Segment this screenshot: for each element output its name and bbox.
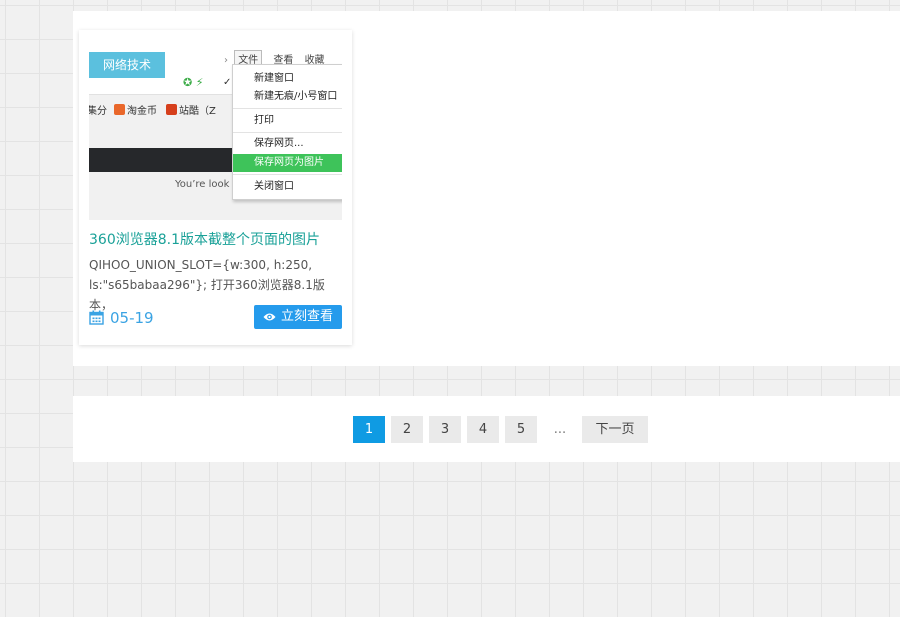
thumb-page-text: You’re look	[175, 179, 230, 190]
thumb-chevron-down-icon: ✓	[223, 77, 232, 88]
post-date: 05-19	[89, 309, 154, 327]
thumb-bookmark: 站酷（Z	[166, 102, 216, 117]
thumb-menu-divider	[233, 174, 342, 175]
thumb-menu-item: 打印	[254, 115, 274, 126]
thumb-menu-divider	[233, 132, 342, 133]
post-title[interactable]: 360浏览器8.1版本截整个页面的图片	[89, 229, 320, 249]
next-page-button[interactable]: 下一页	[582, 416, 648, 443]
thumb-menu-item-highlighted: 保存网页为图片	[233, 154, 342, 172]
thumb-bookmark: 淘金币	[114, 102, 157, 117]
thumb-menu-divider	[233, 108, 342, 109]
zcool-icon	[166, 104, 177, 115]
view-now-label: 立刻查看	[280, 309, 333, 324]
pagination-ellipsis: ...	[553, 422, 567, 437]
taobao-icon	[114, 104, 125, 115]
calendar-icon	[89, 310, 104, 325]
thumb-chevron-right-icon: ›	[224, 55, 228, 66]
thumb-refresh-lightning-icon: ✪ ⚡	[183, 76, 204, 89]
category-tag[interactable]: 网络技术	[89, 52, 165, 78]
thumb-menu-item: 新建无痕/小号窗口	[254, 91, 338, 102]
page-5-button[interactable]: 5	[505, 416, 537, 443]
page-3-button[interactable]: 3	[429, 416, 461, 443]
view-now-button[interactable]: 立刻查看	[254, 305, 342, 329]
post-card: › 文件 查看 收藏 ✪ ⚡ ✓ 集分 淘金币 站酷（Z You’re look…	[79, 30, 352, 345]
eye-icon	[263, 313, 276, 321]
thumb-bookmark: 集分	[89, 106, 107, 117]
thumb-menu-item: 保存网页...	[254, 138, 304, 149]
post-date-text: 05-19	[110, 309, 154, 327]
page-1-button[interactable]: 1	[353, 416, 385, 443]
thumb-file-menu: 新建窗口 新建无痕/小号窗口 打印 保存网页... 保存网页为图片 关闭窗口	[232, 64, 342, 200]
thumb-menu-item: 关闭窗口	[254, 181, 294, 192]
page-4-button[interactable]: 4	[467, 416, 499, 443]
thumb-menu-item: 新建窗口	[254, 73, 294, 84]
post-thumbnail[interactable]: › 文件 查看 收藏 ✪ ⚡ ✓ 集分 淘金币 站酷（Z You’re look…	[89, 50, 342, 220]
page-2-button[interactable]: 2	[391, 416, 423, 443]
